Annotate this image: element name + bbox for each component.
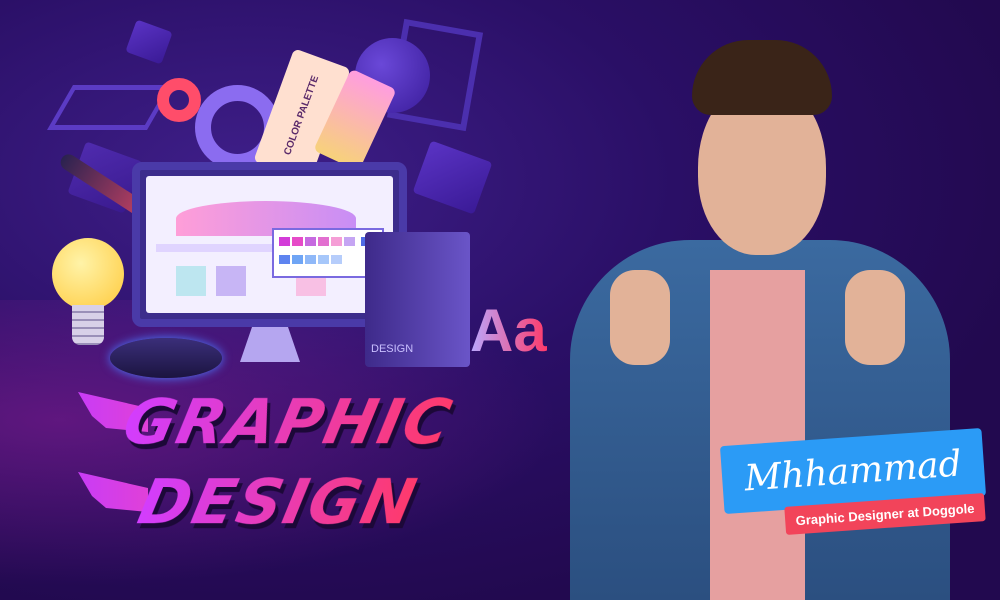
cube-icon <box>412 140 493 215</box>
lightbulb-icon <box>52 238 124 310</box>
hair <box>692 40 832 115</box>
right-thumbs-up <box>845 270 905 365</box>
banner: COLOR PALETTE DESIGN Aa GRAPHIC DESIGN M… <box>0 0 1000 600</box>
role-text: Graphic Designer at Doggole <box>795 500 975 528</box>
left-thumbs-up <box>610 270 670 365</box>
typography-sample: Aa <box>470 297 547 364</box>
headline-design: DESIGN <box>132 465 425 538</box>
name-text: Mhhammad <box>743 442 963 500</box>
lightbulb-base <box>72 305 104 345</box>
wing-icon <box>78 472 148 512</box>
pink-tshirt <box>710 270 805 600</box>
frame-shape <box>47 85 173 130</box>
design-book: DESIGN <box>365 232 470 367</box>
mouse-icon <box>110 338 222 378</box>
monitor-stand <box>240 327 300 362</box>
cube-icon <box>125 19 173 65</box>
book-label: DESIGN <box>371 343 414 355</box>
headline-graphic: GRAPHIC <box>117 385 460 458</box>
gear-icon <box>157 78 201 122</box>
